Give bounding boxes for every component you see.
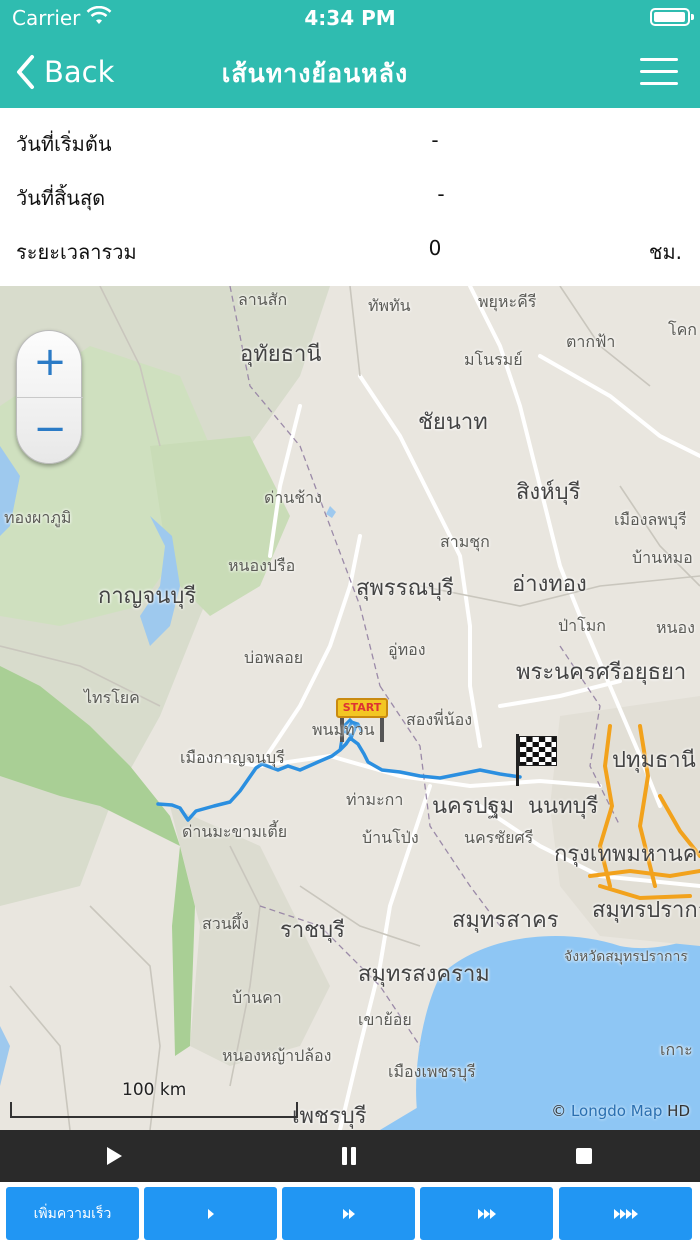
map-view[interactable]: START ลานสัก ทัพทัน พยุหะคีรี อุทัยธานี …: [0, 286, 700, 1130]
playback-controls: [0, 1130, 700, 1182]
start-date-row: วันที่เริ่มต้น -: [0, 108, 700, 162]
zoom-control: + −: [16, 330, 83, 464]
place-label: ปทุมธานี: [612, 748, 696, 773]
fast-forward-icon: [342, 1208, 355, 1219]
place-label: กาญจนบุรี: [98, 584, 197, 609]
place-label: ด่านมะขามเตี้ย: [182, 822, 288, 841]
place-label: ป่าโมก: [558, 616, 606, 635]
start-marker-label: START: [336, 698, 388, 718]
zoom-in-button[interactable]: +: [17, 331, 83, 397]
place-label: หนองปรือ: [228, 556, 296, 575]
place-label: จังหวัดสมุทรปราการ: [564, 949, 688, 965]
play-button[interactable]: [84, 1130, 144, 1182]
place-label: สมุทรสาคร: [452, 908, 559, 933]
place-label: มโนรมย์: [464, 350, 523, 369]
speed-4x-button[interactable]: [559, 1187, 692, 1240]
place-label: นนทบุรี: [528, 794, 599, 819]
place-label: พระนครศรีอยุธยา: [516, 660, 687, 685]
scale-bar: [10, 1102, 298, 1118]
place-label: พยุหะคีรี: [478, 292, 537, 311]
place-label: สวนผึ้ง: [202, 914, 249, 933]
place-label: ลานสัก: [238, 290, 288, 309]
place-label: สามชุก: [440, 532, 490, 551]
place-label: ไทรโยค: [84, 688, 140, 707]
place-label: สุพรรณบุรี: [356, 576, 454, 601]
map-credit[interactable]: © Longdo Map HD: [551, 1102, 690, 1120]
battery-icon: [650, 8, 694, 26]
place-label: เมืองกาญจนบุรี: [180, 748, 285, 767]
place-label: นครปฐม: [432, 794, 515, 819]
speed-buttons: เพิ่มความเร็ว: [0, 1182, 700, 1244]
place-label: บ้านหมอ: [632, 548, 693, 567]
stop-button[interactable]: [554, 1130, 614, 1182]
place-label: ราชบุรี: [280, 918, 345, 943]
start-date-value: -: [431, 128, 439, 152]
place-label: สมุทรปราการ: [592, 898, 700, 923]
place-label: หนอง: [656, 618, 695, 637]
start-date-label: วันที่เริ่มต้น: [16, 132, 112, 156]
place-label: เมืองเพชรบุรี: [388, 1062, 476, 1081]
finish-flag-icon[interactable]: [514, 734, 560, 786]
pause-button[interactable]: [319, 1130, 379, 1182]
place-label: สมุทรสงคราม: [358, 962, 490, 987]
place-label: ท่ามะกา: [346, 790, 404, 809]
total-duration-label: ระยะเวลารวม: [16, 240, 137, 264]
place-label: เกาะ: [660, 1040, 693, 1059]
place-label: บ้านโป่ง: [362, 828, 419, 847]
play-icon: [107, 1147, 122, 1165]
place-label: โคก: [668, 320, 697, 339]
place-label: บ่อพลอย: [244, 648, 304, 667]
place-label: กรุงเทพมหานคร: [554, 842, 700, 867]
place-label: บ้านคา: [232, 988, 282, 1007]
place-label: ทองผาภูมิ: [4, 508, 72, 527]
fast-forward-icon: [613, 1208, 638, 1219]
end-date-row: วันที่สิ้นสุด -: [0, 162, 700, 216]
speed-1x-button[interactable]: [144, 1187, 277, 1240]
place-label: เขาย้อย: [358, 1010, 412, 1029]
place-label: อ่างทอง: [512, 572, 587, 597]
page-title: เส้นทางย้อนหลัง: [221, 59, 409, 88]
place-label: เมืองลพบุรี: [614, 510, 687, 529]
place-label: ชัยนาท: [418, 410, 488, 435]
clock: 4:34 PM: [304, 6, 396, 30]
place-label: อู่ทอง: [388, 640, 426, 659]
route-info: วันที่เริ่มต้น - วันที่สิ้นสุด - ระยะเวล…: [0, 108, 700, 286]
end-date-value: -: [437, 182, 445, 206]
place-label: เพชรบุรี: [292, 1104, 367, 1129]
place-label: สิงห์บุรี: [516, 480, 581, 505]
end-date-label: วันที่สิ้นสุด: [16, 186, 106, 210]
total-duration-unit: ชม.: [648, 240, 682, 264]
place-label: หนองหญ้าปล้อง: [222, 1046, 332, 1065]
nav-bar: Back เส้นทางย้อนหลัง: [0, 40, 700, 104]
place-label: ทัพทัน: [368, 296, 411, 315]
fast-forward-icon: [477, 1208, 496, 1219]
place-label: สองพี่น้อง: [406, 710, 473, 729]
play-icon: [207, 1208, 214, 1219]
place-label: ตากฟ้า: [566, 332, 616, 351]
place-label: ด่านช้าง: [264, 488, 322, 507]
header: Carrier 4:34 PM Back เส้นทางย้อนหลัง: [0, 0, 700, 108]
place-label: อุทัยธานี: [240, 342, 322, 367]
hamburger-menu-icon[interactable]: [640, 58, 678, 86]
total-duration-row: ระยะเวลารวม 0 ชม.: [0, 216, 700, 270]
zoom-out-button[interactable]: −: [17, 397, 83, 463]
speed-3x-button[interactable]: [420, 1187, 553, 1240]
stop-icon: [576, 1148, 592, 1164]
scale-label: 100 km: [122, 1080, 187, 1100]
total-duration-value: 0: [428, 236, 442, 260]
speed-2x-button[interactable]: [282, 1187, 415, 1240]
status-bar: Carrier 4:34 PM: [0, 0, 700, 36]
pause-icon: [342, 1147, 356, 1165]
place-label: นครชัยศรี: [464, 828, 534, 847]
place-label: พนมทวน: [312, 720, 375, 739]
speed-up-button[interactable]: เพิ่มความเร็ว: [6, 1187, 139, 1240]
